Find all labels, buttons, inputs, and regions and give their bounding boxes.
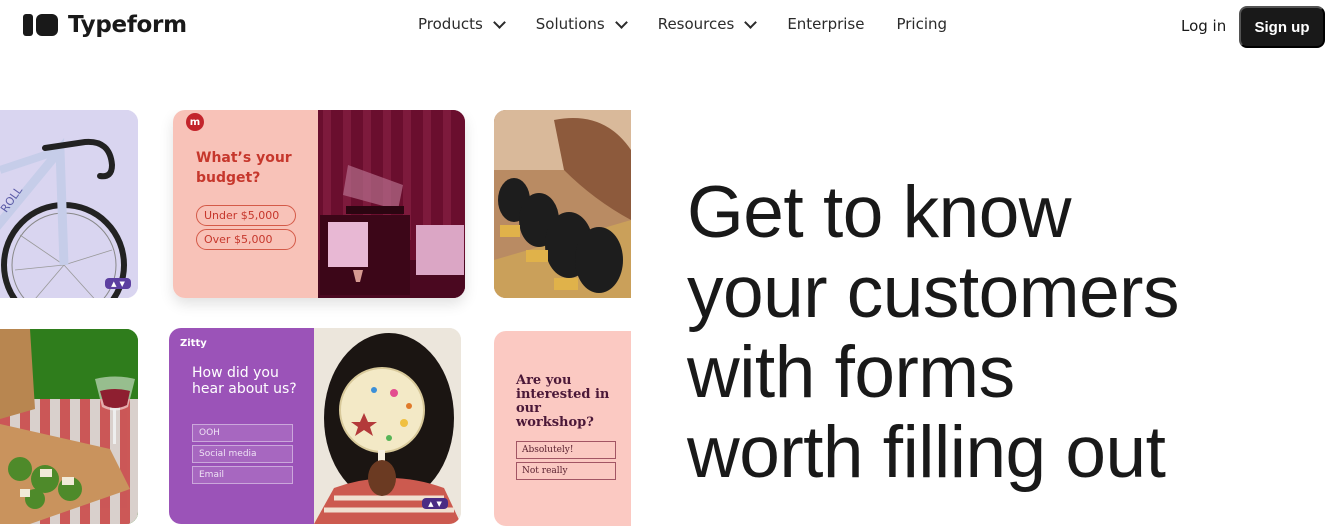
budget-form-card[interactable]: m What’s your budget? Under $5,000 Over …	[173, 110, 465, 298]
chevron-up-icon: ▲	[111, 279, 117, 288]
budget-form-panel: m What’s your budget? Under $5,000 Over …	[173, 110, 318, 298]
hero-headline: Get to know your customers with forms wo…	[687, 173, 1307, 493]
nav-enterprise[interactable]: Enterprise	[787, 15, 864, 33]
chevron-up-icon: ▲	[428, 499, 434, 508]
zitty-brand-label: Zitty	[180, 338, 207, 349]
form-examples-gallery: ROLL ▲ ▼ m What’s your budget? Under $5,0…	[0, 110, 631, 530]
nav-enterprise-label: Enterprise	[787, 15, 865, 33]
workshop-option-yes[interactable]: Absolutely!	[516, 441, 616, 459]
nav-pricing[interactable]: Pricing	[896, 15, 947, 33]
signup-button[interactable]: Sign up	[1239, 6, 1325, 48]
zitty-option-ooh[interactable]: OOH	[192, 424, 293, 442]
zitty-option-email[interactable]: Email	[192, 466, 293, 484]
form-question: Are you interested in our workshop?	[516, 373, 610, 430]
hero-line-3: with forms	[687, 332, 1015, 413]
nav-resources[interactable]: Resources	[657, 15, 758, 33]
form-question: What’s your budget?	[196, 150, 292, 186]
workshop-option-no[interactable]: Not really	[516, 462, 616, 480]
chevron-down-icon	[744, 15, 758, 29]
chevron-down-icon: ▼	[436, 499, 442, 508]
zitty-form-panel: Zitty How did you hear about us? OOH Soc…	[169, 328, 315, 524]
weights-image-card[interactable]	[494, 110, 631, 298]
hero-line-1: Get to know	[687, 172, 1072, 253]
hero-line-4: worth filling out	[687, 412, 1166, 493]
form-question: How did you hear about us?	[192, 365, 297, 397]
card-nav-arrows[interactable]: ▲ ▼	[105, 278, 131, 289]
dumbbells-image	[494, 110, 631, 298]
nav-resources-label: Resources	[657, 15, 735, 33]
chevron-down-icon	[614, 15, 628, 29]
main-nav: Products Solutions Resources Enterprise …	[418, 15, 979, 33]
workshop-form-card[interactable]: Are you interested in our workshop? Abso…	[494, 331, 631, 526]
brand-name: Typeform	[68, 12, 187, 38]
chevron-down-icon: ▼	[119, 279, 125, 288]
hero-line-2: your customers	[687, 252, 1180, 333]
nav-products-label: Products	[418, 15, 483, 33]
budget-option-over[interactable]: Over $5,000	[196, 229, 296, 250]
picnic-salad-image	[0, 329, 138, 524]
login-link[interactable]: Log in	[1181, 17, 1226, 35]
bicycle-image: ROLL	[0, 110, 138, 298]
chevron-down-icon	[492, 15, 506, 29]
nav-products[interactable]: Products	[418, 15, 506, 33]
card-nav-arrows[interactable]: ▲ ▼	[422, 498, 448, 509]
typeform-logo[interactable]: Typeform	[23, 12, 187, 38]
nav-pricing-label: Pricing	[896, 15, 948, 33]
site-header: Typeform Products Solutions Resources En…	[0, 0, 1329, 54]
budget-option-under[interactable]: Under $5,000	[196, 205, 296, 226]
zitty-option-social[interactable]: Social media	[192, 445, 293, 463]
bike-form-card[interactable]: ROLL ▲ ▼	[0, 110, 138, 298]
nav-solutions[interactable]: Solutions	[535, 15, 628, 33]
salad-image-card[interactable]	[0, 329, 138, 524]
lounge-image	[318, 110, 465, 298]
nav-solutions-label: Solutions	[535, 15, 605, 33]
zitty-form-card[interactable]: Zitty How did you hear about us? OOH Soc…	[169, 328, 461, 524]
brand-badge: m	[186, 113, 204, 131]
lollipop-portrait-image: ▲ ▼	[314, 328, 461, 524]
typeform-logo-icon	[23, 14, 58, 36]
